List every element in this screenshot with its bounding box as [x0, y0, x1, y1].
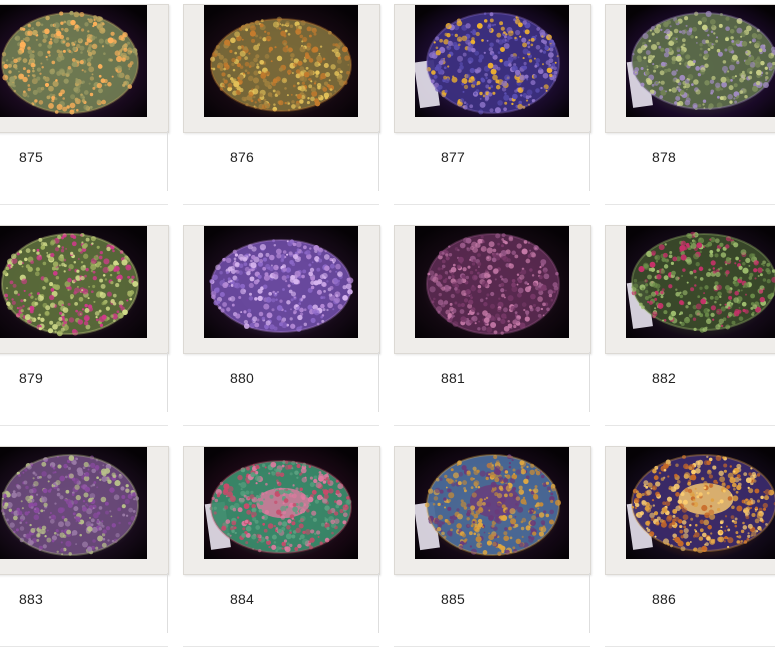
- divider: [589, 131, 590, 191]
- thumbnail-frame: [605, 4, 775, 133]
- item-number-label[interactable]: 885: [441, 591, 465, 607]
- coral-photo[interactable]: [415, 447, 569, 559]
- gallery-item-879[interactable]: 879: [0, 225, 169, 437]
- divider: [394, 425, 590, 426]
- coral-photo-graphic: [415, 5, 569, 117]
- thumbnail-frame: [0, 225, 169, 354]
- coral-photo-graphic: [204, 447, 358, 559]
- item-number-label[interactable]: 877: [441, 149, 465, 165]
- divider: [605, 204, 775, 205]
- coral-photo-graphic: [0, 226, 147, 338]
- item-number-label[interactable]: 881: [441, 370, 465, 386]
- divider: [378, 352, 379, 412]
- gallery-item-875[interactable]: 875: [0, 4, 169, 216]
- gallery-item-877[interactable]: 877: [394, 4, 591, 216]
- divider: [605, 646, 775, 647]
- item-number-label[interactable]: 875: [19, 149, 43, 165]
- item-number-label[interactable]: 876: [230, 149, 254, 165]
- divider: [394, 646, 590, 647]
- coral-photo[interactable]: [415, 226, 569, 338]
- divider: [378, 131, 379, 191]
- coral-photo-graphic: [204, 226, 358, 338]
- gallery-item-885[interactable]: 885: [394, 446, 591, 658]
- coral-photo[interactable]: [204, 5, 358, 117]
- thumbnail-frame: [394, 446, 591, 575]
- item-number-label[interactable]: 878: [652, 149, 676, 165]
- coral-photo-graphic: [0, 447, 147, 559]
- gallery-item-882[interactable]: 882: [605, 225, 775, 437]
- thumbnail-frame: [183, 225, 380, 354]
- coral-photo-graphic: [415, 447, 569, 559]
- gallery-item-883[interactable]: 883: [0, 446, 169, 658]
- divider: [0, 425, 168, 426]
- gallery-item-878[interactable]: 878: [605, 4, 775, 216]
- coral-photo[interactable]: [204, 447, 358, 559]
- divider: [183, 646, 379, 647]
- gallery-item-881[interactable]: 881: [394, 225, 591, 437]
- thumbnail-frame: [605, 225, 775, 354]
- coral-photo[interactable]: [415, 5, 569, 117]
- coral-photo[interactable]: [626, 447, 775, 559]
- divider: [378, 573, 379, 633]
- coral-photo-graphic: [626, 447, 775, 559]
- item-number-label[interactable]: 882: [652, 370, 676, 386]
- divider: [167, 131, 168, 191]
- coral-photo-graphic: [0, 5, 147, 117]
- item-number-label[interactable]: 884: [230, 591, 254, 607]
- thumbnail-frame: [183, 4, 380, 133]
- coral-photo[interactable]: [0, 447, 147, 559]
- coral-photo[interactable]: [0, 226, 147, 338]
- gallery-item-886[interactable]: 886: [605, 446, 775, 658]
- gallery-item-884[interactable]: 884: [183, 446, 380, 658]
- divider: [589, 352, 590, 412]
- coral-photo[interactable]: [0, 5, 147, 117]
- thumbnail-frame: [394, 225, 591, 354]
- thumbnail-frame: [394, 4, 591, 133]
- divider: [0, 646, 168, 647]
- thumbnail-frame: [605, 446, 775, 575]
- item-number-label[interactable]: 886: [652, 591, 676, 607]
- coral-photo[interactable]: [626, 5, 775, 117]
- coral-photo-graphic: [415, 226, 569, 338]
- gallery-item-876[interactable]: 876: [183, 4, 380, 216]
- coral-photo[interactable]: [204, 226, 358, 338]
- coral-photo-graphic: [626, 5, 775, 117]
- thumbnail-frame: [183, 446, 380, 575]
- thumbnail-frame: [0, 446, 169, 575]
- item-number-label[interactable]: 879: [19, 370, 43, 386]
- divider: [0, 204, 168, 205]
- coral-photo-graphic: [626, 226, 775, 338]
- gallery-item-880[interactable]: 880: [183, 225, 380, 437]
- divider: [183, 425, 379, 426]
- divider: [183, 204, 379, 205]
- divider: [605, 425, 775, 426]
- divider: [589, 573, 590, 633]
- divider: [167, 352, 168, 412]
- divider: [394, 204, 590, 205]
- item-number-label[interactable]: 883: [19, 591, 43, 607]
- divider: [167, 573, 168, 633]
- item-number-label[interactable]: 880: [230, 370, 254, 386]
- coral-photo-graphic: [204, 5, 358, 117]
- thumbnail-frame: [0, 4, 169, 133]
- coral-photo[interactable]: [626, 226, 775, 338]
